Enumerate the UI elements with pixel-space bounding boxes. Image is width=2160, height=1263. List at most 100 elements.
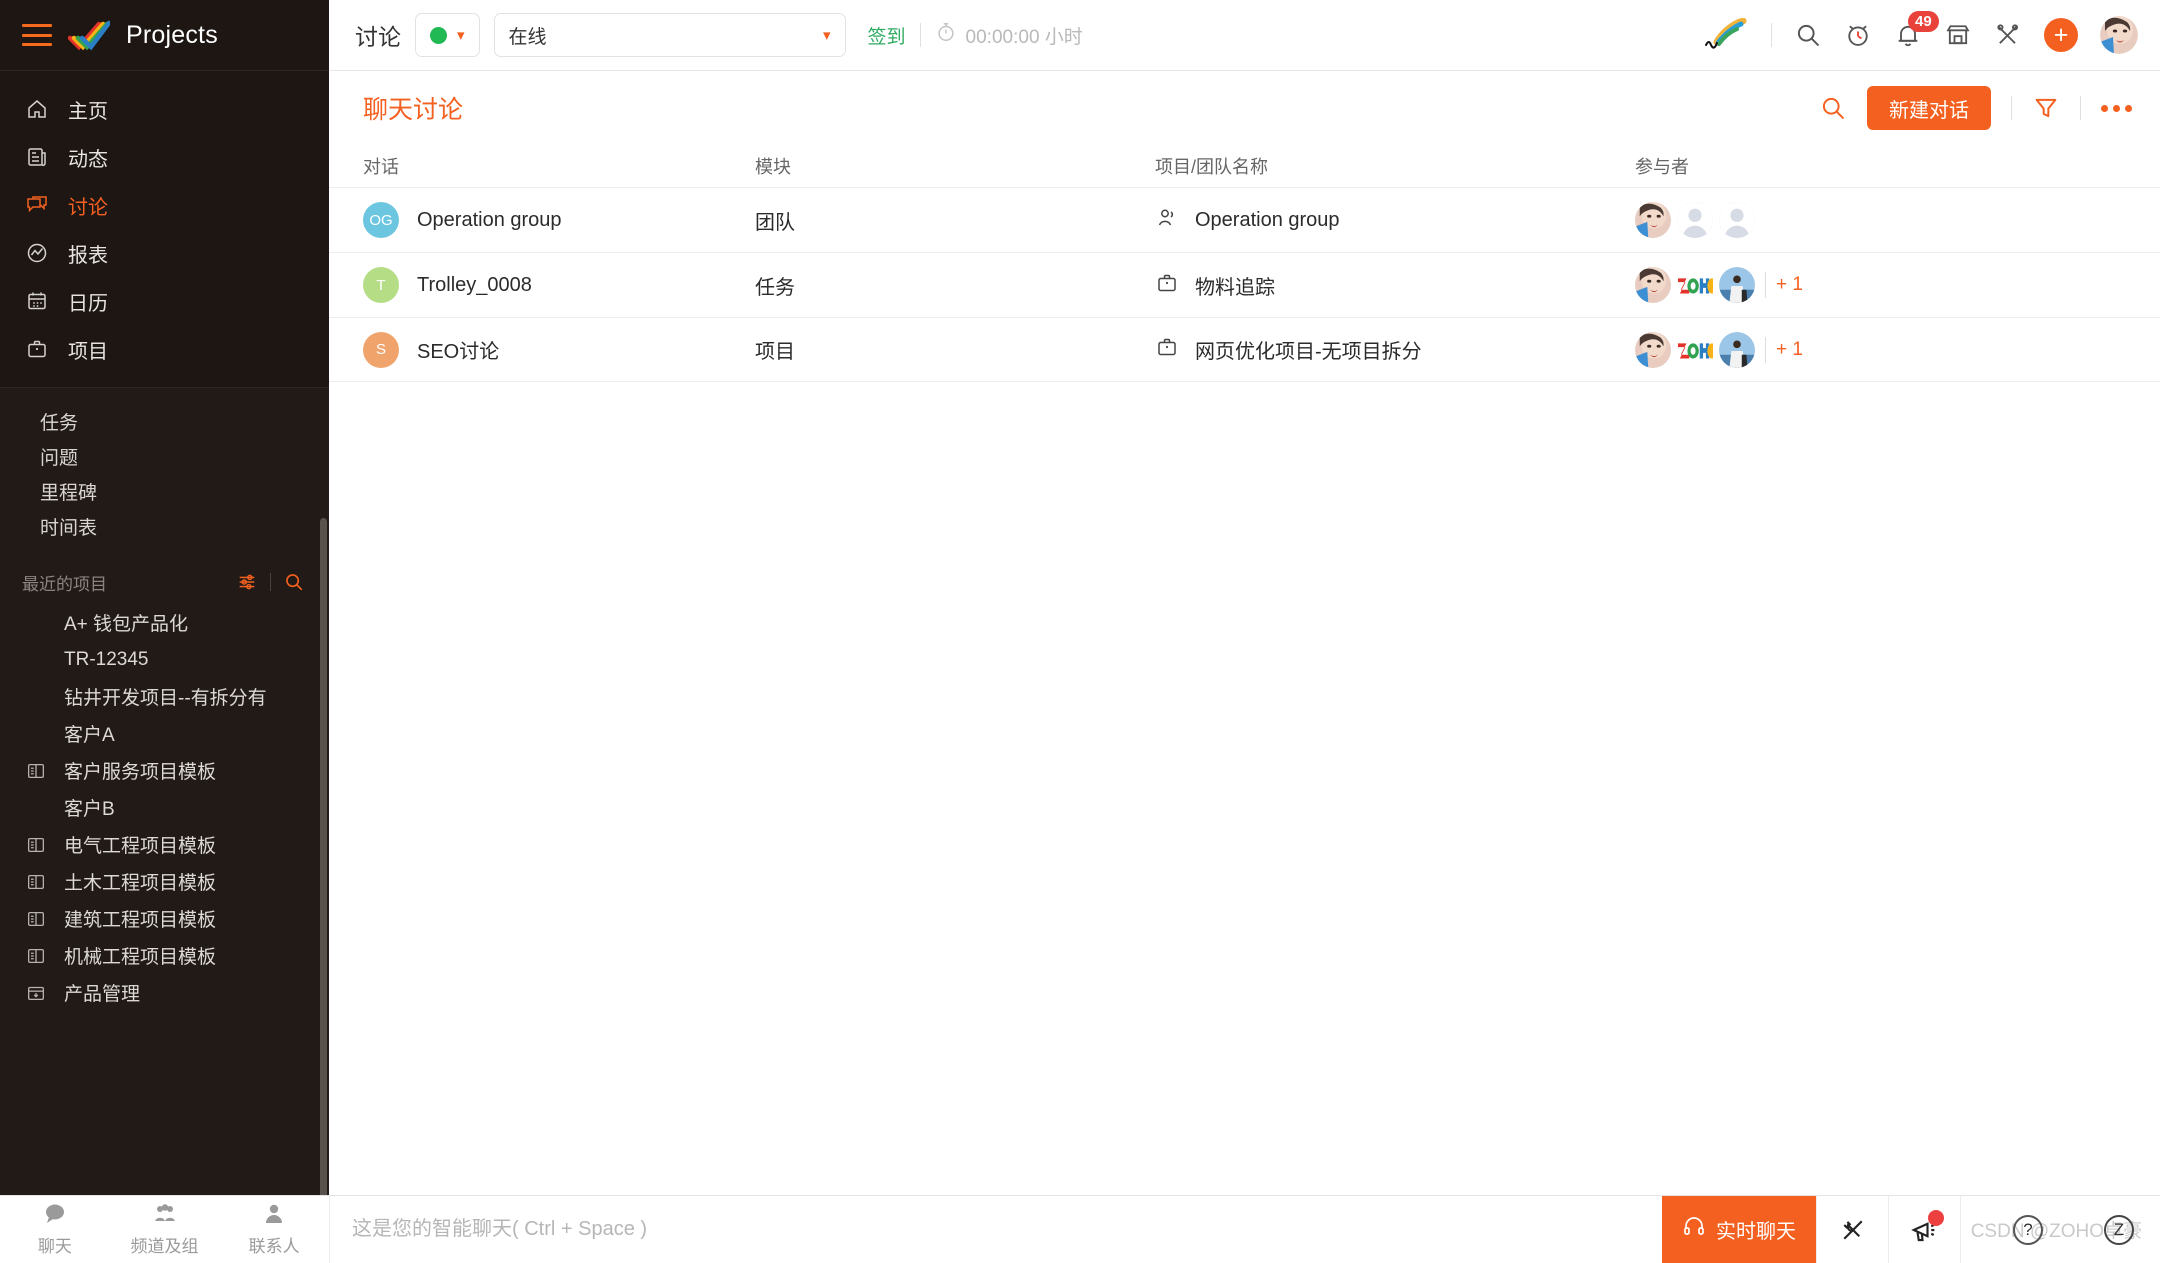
column-header-participants: 参与者 bbox=[1635, 157, 1689, 177]
participant-avatar[interactable] bbox=[1719, 331, 1755, 368]
bottom-tab-label: 联系人 bbox=[248, 1236, 300, 1256]
sidebar-project-item[interactable]: 电气工程项目模板 bbox=[0, 826, 329, 863]
search-icon[interactable] bbox=[1819, 94, 1847, 122]
add-new-button[interactable]: + bbox=[2044, 18, 2078, 52]
sidebar-project-item[interactable]: 客户A bbox=[0, 715, 329, 752]
sidebar-scrollbar[interactable] bbox=[320, 518, 327, 1195]
sidebar-project-label: 客户服务项目模板 bbox=[64, 762, 217, 783]
column-header-module: 模块 bbox=[755, 157, 791, 177]
conversation-name: SEO讨论 bbox=[417, 341, 500, 363]
funnel-filter-icon[interactable] bbox=[2032, 94, 2060, 122]
hamburger-menu-icon[interactable] bbox=[22, 24, 52, 46]
search-icon[interactable] bbox=[1794, 21, 1822, 49]
sidebar-subitem-tasks[interactable]: 任务 bbox=[0, 404, 329, 439]
participants-extra-count[interactable]: + 1 bbox=[1776, 339, 1803, 361]
sidebar-project-item[interactable]: A+ 钱包产品化 bbox=[0, 604, 329, 641]
sidebar-item-projects[interactable]: 项目 bbox=[0, 325, 329, 373]
briefcase-icon bbox=[1155, 271, 1179, 300]
table-row[interactable]: OG Operation group 团队 Operation group bbox=[329, 187, 2160, 252]
participant-avatar[interactable] bbox=[1635, 331, 1671, 368]
sidebar-project-item[interactable]: 土木工程项目模板 bbox=[0, 863, 329, 900]
sidebar-project-item[interactable]: 机械工程项目模板 bbox=[0, 937, 329, 974]
sidebar-project-item[interactable]: TR-12345 bbox=[0, 641, 329, 678]
zoho-logo-avatar[interactable] bbox=[1677, 332, 1713, 368]
sidebar-project-item[interactable]: 产品管理 bbox=[0, 974, 329, 1011]
topbar-icon-group: 49 + bbox=[1703, 11, 2138, 54]
bottom-tab-channels[interactable]: 频道及组 bbox=[110, 1196, 220, 1263]
smart-chat-input[interactable] bbox=[352, 1218, 1662, 1241]
live-chat-button[interactable]: 实时聊天 bbox=[1662, 1196, 1816, 1263]
participants-group[interactable] bbox=[1635, 202, 1761, 238]
sidebar-project-item[interactable]: 客户服务项目模板 bbox=[0, 752, 329, 789]
sliders-icon[interactable] bbox=[236, 571, 258, 593]
conversation-table: 对话 模块 项目/团队名称 参与者 OG Operation group 团队 … bbox=[329, 145, 2160, 1195]
checkin-button[interactable]: 签到 bbox=[868, 22, 906, 49]
participant-avatar[interactable] bbox=[1635, 202, 1671, 238]
alarm-clock-icon[interactable] bbox=[1844, 21, 1872, 49]
zoho-z-icon[interactable]: Z bbox=[2104, 1214, 2134, 1245]
sidebar-subitem-milestones[interactable]: 里程碑 bbox=[0, 474, 329, 509]
recent-projects-header: 最近的项目 bbox=[0, 560, 329, 604]
discussion-bubbles-icon bbox=[24, 192, 50, 218]
plug-disconnected-icon[interactable] bbox=[1816, 1196, 1888, 1263]
marketplace-store-icon[interactable] bbox=[1944, 21, 1972, 49]
smart-chat-input-wrap bbox=[329, 1196, 1662, 1263]
sidebar-subitem-timesheet[interactable]: 时间表 bbox=[0, 509, 329, 544]
participant-avatar[interactable] bbox=[1635, 267, 1671, 303]
sidebar-item-label: 动态 bbox=[68, 148, 108, 171]
sidebar-item-report[interactable]: 报表 bbox=[0, 229, 329, 277]
sidebar-subitem-label: 任务 bbox=[40, 413, 79, 434]
timer-display[interactable]: 00:00:00 小时 bbox=[935, 21, 1083, 49]
report-chart-icon bbox=[24, 240, 50, 266]
notification-bell-icon[interactable]: 49 bbox=[1894, 11, 1939, 49]
sidebar-subitem-label: 里程碑 bbox=[40, 483, 98, 504]
search-icon[interactable] bbox=[283, 571, 305, 593]
megaphone-icon[interactable] bbox=[1888, 1196, 1960, 1263]
bottom-tab-chat[interactable]: 聊天 bbox=[0, 1196, 110, 1263]
presence-dot-icon bbox=[430, 26, 447, 44]
module-value: 项目 bbox=[755, 341, 795, 363]
tools-wrench-icon[interactable] bbox=[1994, 21, 2022, 49]
sidebar-subitem-issues[interactable]: 问题 bbox=[0, 439, 329, 474]
participants-extra-count[interactable]: + 1 bbox=[1776, 274, 1803, 296]
notification-dot bbox=[1928, 1210, 1944, 1226]
plus-icon: + bbox=[2053, 20, 2069, 49]
more-options-icon[interactable] bbox=[2101, 104, 2132, 112]
app-root: Projects 主页 动态 讨论 报表 日历 项目 任务 问题 里程碑 时间表… bbox=[0, 0, 2160, 1263]
sidebar-project-item[interactable]: 钻井开发项目--有拆分有 bbox=[0, 678, 329, 715]
feather-quill-icon[interactable] bbox=[1703, 18, 1749, 52]
chevron-down-icon: ▾ bbox=[823, 26, 831, 44]
bottom-bar: 实时聊天 CSDN @ZOHO卓豪 ? Z bbox=[329, 1195, 2160, 1263]
divider bbox=[919, 23, 921, 47]
sidebar-item-home[interactable]: 主页 bbox=[0, 85, 329, 133]
zoho-logo-avatar[interactable] bbox=[1677, 267, 1713, 303]
sidebar-item-label: 讨论 bbox=[68, 196, 108, 219]
participant-avatar[interactable] bbox=[1719, 267, 1755, 303]
group-people-icon bbox=[151, 1203, 179, 1230]
status-message-value: 在线 bbox=[508, 26, 547, 48]
chat-bubble-icon bbox=[42, 1203, 68, 1230]
sidebar-item-discussion[interactable]: 讨论 bbox=[0, 181, 329, 229]
contact-person-icon bbox=[263, 1203, 285, 1230]
sidebar-item-feed[interactable]: 动态 bbox=[0, 133, 329, 181]
presence-status-dropdown[interactable]: ▾ bbox=[415, 13, 480, 57]
table-row[interactable]: T Trolley_0008 任务 物料追踪 + 1 bbox=[329, 252, 2160, 317]
help-question-icon[interactable]: ? bbox=[2013, 1214, 2043, 1245]
new-conversation-button[interactable]: 新建对话 bbox=[1867, 86, 1991, 130]
bottom-tab-contacts[interactable]: 联系人 bbox=[219, 1196, 329, 1263]
sidebar-project-label: 客户B bbox=[64, 799, 115, 820]
status-message-select[interactable]: 在线 ▾ bbox=[493, 13, 846, 57]
user-avatar[interactable] bbox=[2100, 16, 2138, 54]
participants-group[interactable]: + 1 bbox=[1635, 267, 1803, 303]
table-row[interactable]: S SEO讨论 项目 网页优化项目-无项目拆分 + 1 bbox=[329, 317, 2160, 382]
sidebar-item-calendar[interactable]: 日历 bbox=[0, 277, 329, 325]
participants-group[interactable]: + 1 bbox=[1635, 331, 1803, 368]
participant-avatar[interactable] bbox=[1677, 202, 1713, 238]
participant-avatar[interactable] bbox=[1719, 202, 1755, 238]
sidebar-item-label: 主页 bbox=[68, 100, 108, 123]
sidebar-project-item[interactable]: 建筑工程项目模板 bbox=[0, 900, 329, 937]
chevron-down-icon: ▾ bbox=[457, 26, 465, 44]
archive-icon bbox=[24, 981, 48, 1005]
sidebar-project-item[interactable]: 客户B bbox=[0, 789, 329, 826]
stopwatch-icon bbox=[935, 21, 957, 49]
